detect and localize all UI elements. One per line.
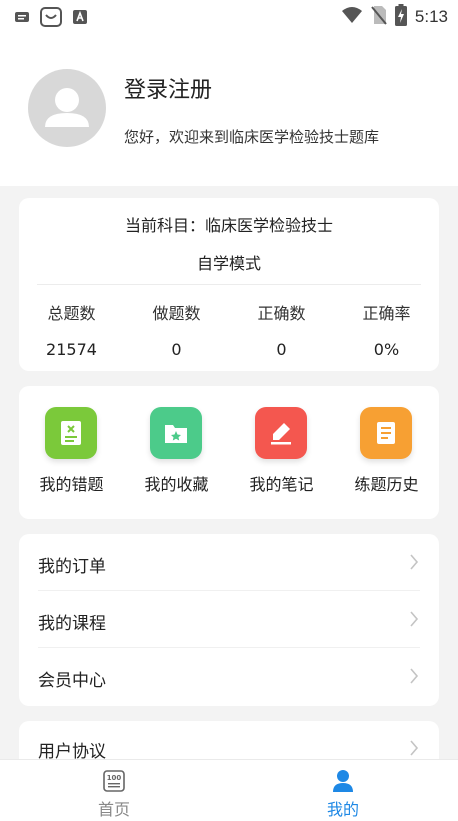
login-register-link[interactable]: 登录注册 <box>124 72 212 104</box>
feature-favorites[interactable]: 我的收藏 <box>124 407 229 507</box>
menu-item-orders[interactable]: 我的订单 <box>19 534 439 591</box>
feature-wrong-questions[interactable]: 我的错题 <box>19 407 124 507</box>
feature-label: 练题历史 <box>354 475 419 494</box>
shopping-icon <box>40 7 62 27</box>
stat-label-correct: 正确数 <box>257 304 306 323</box>
features-card: 我的错题 我的收藏 我的笔记 练题历史 <box>19 386 439 519</box>
wrong-questions-icon <box>45 407 97 459</box>
nav-label: 我的 <box>326 800 359 819</box>
stat-label-total: 总题数 <box>47 304 96 323</box>
menu-item-courses[interactable]: 我的课程 <box>19 591 439 648</box>
stat-value-correct: 0 <box>276 340 287 359</box>
profile-header: 登录注册 您好，欢迎来到临床医学检验技士题库 <box>0 34 458 186</box>
stat-value-total: 21574 <box>46 340 97 359</box>
status-bar: 5:13 <box>0 0 458 34</box>
menu-item-membership[interactable]: 会员中心 <box>19 648 439 705</box>
svg-text:100: 100 <box>107 774 122 782</box>
notes-pen-icon <box>255 407 307 459</box>
divider <box>37 284 421 285</box>
default-avatar-icon <box>45 88 89 127</box>
feature-history[interactable]: 练题历史 <box>334 407 439 507</box>
feature-label: 我的收藏 <box>144 475 209 494</box>
chevron-right-icon <box>410 740 419 756</box>
menu-item-label: 我的订单 <box>38 557 106 577</box>
menu-item-label: 我的课程 <box>38 614 106 634</box>
status-time: 5:13 <box>414 7 448 26</box>
menu-item-label: 会员中心 <box>38 671 106 691</box>
chevron-right-icon <box>410 554 419 570</box>
stat-label-rate: 正确率 <box>362 304 411 323</box>
current-subject[interactable]: 当前科目：临床医学检验技士 <box>19 212 439 236</box>
menu-card: 我的订单 我的课程 会员中心 <box>19 534 439 706</box>
stat-value-rate: 0% <box>373 340 400 359</box>
wifi-icon <box>341 6 363 28</box>
stats-card: 当前科目：临床医学检验技士 自学模式 总题数 做题数 正确数 正确率 21574… <box>19 198 439 371</box>
nav-label: 首页 <box>97 800 130 819</box>
nav-tab-profile[interactable]: 我的 <box>293 766 393 819</box>
stat-value-done: 0 <box>171 340 182 359</box>
feature-label: 我的错题 <box>39 475 104 494</box>
chevron-right-icon <box>410 668 419 684</box>
app-icon <box>72 9 88 25</box>
profile-person-icon <box>333 770 353 792</box>
feature-notes[interactable]: 我的笔记 <box>229 407 334 507</box>
welcome-text: 您好，欢迎来到临床医学检验技士题库 <box>124 128 380 146</box>
favorites-folder-icon <box>150 407 202 459</box>
no-sim-icon <box>371 5 387 29</box>
history-scroll-icon <box>360 407 412 459</box>
bottom-nav: 100 首页 我的 <box>0 759 458 821</box>
nav-tab-home[interactable]: 100 首页 <box>64 766 164 819</box>
feature-label: 我的笔记 <box>249 475 314 494</box>
chevron-right-icon <box>410 611 419 627</box>
avatar[interactable] <box>28 69 106 147</box>
home-exam-icon: 100 <box>103 770 125 792</box>
study-mode[interactable]: 自学模式 <box>19 250 439 274</box>
battery-charging-icon <box>394 4 407 30</box>
stat-label-done: 做题数 <box>152 304 201 323</box>
notification-icon <box>14 9 30 25</box>
